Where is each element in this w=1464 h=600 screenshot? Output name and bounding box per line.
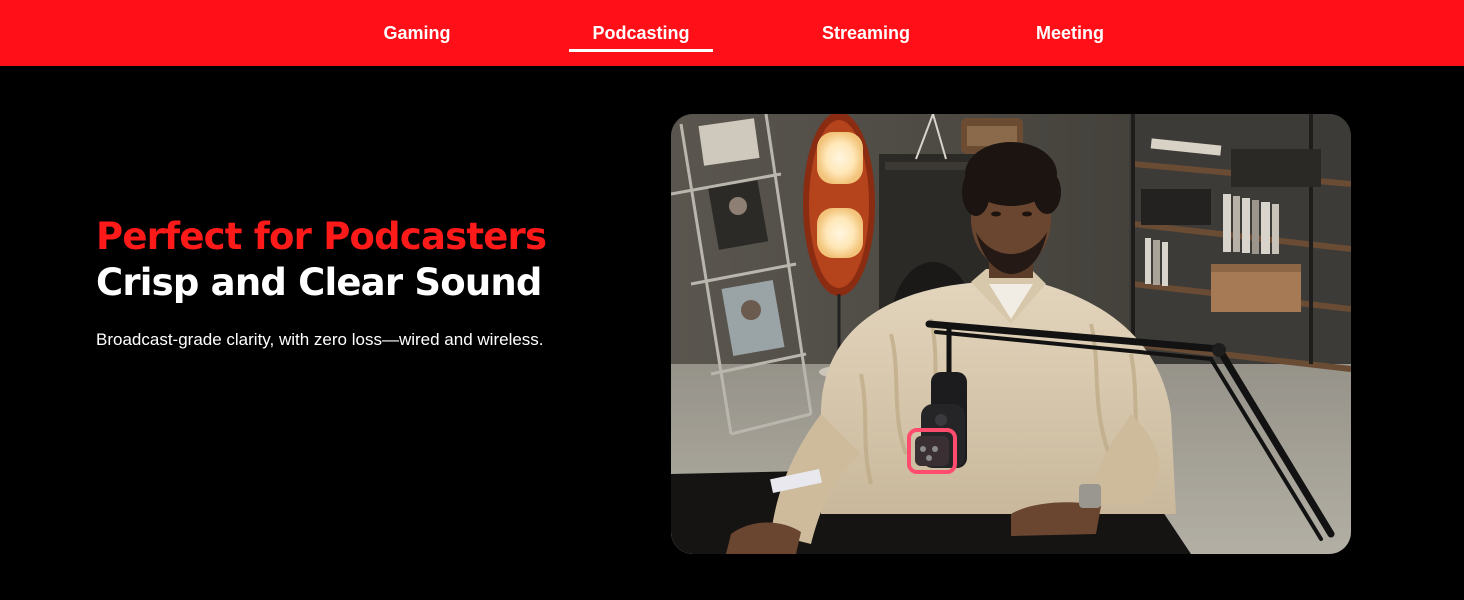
top-nav: Gaming Podcasting Streaming Meeting [0, 0, 1464, 66]
hero-headline: Perfect for Podcasters Crisp and Clear S… [96, 214, 616, 306]
hero-subtext: Broadcast-grade clarity, with zero loss—… [96, 330, 544, 349]
hero-text: Perfect for Podcasters Crisp and Clear S… [96, 214, 616, 352]
headline-white: Crisp and Clear Sound [96, 261, 542, 304]
tab-meeting[interactable]: Meeting [1008, 0, 1132, 66]
tab-label: Meeting [1035, 22, 1104, 43]
headline-red: Perfect for Podcasters [96, 215, 547, 258]
podcaster-illustration [671, 114, 1351, 554]
active-tab-indicator [569, 49, 713, 52]
tab-podcasting[interactable]: Podcasting [569, 0, 713, 66]
tab-streaming[interactable]: Streaming [800, 0, 932, 66]
bookshelf [1129, 114, 1351, 372]
tab-label: Streaming [821, 22, 911, 43]
tab-label: Gaming [383, 22, 451, 43]
podcaster-photo [671, 114, 1351, 554]
tab-gaming[interactable]: Gaming [356, 0, 478, 66]
tab-label: Podcasting [592, 22, 690, 43]
